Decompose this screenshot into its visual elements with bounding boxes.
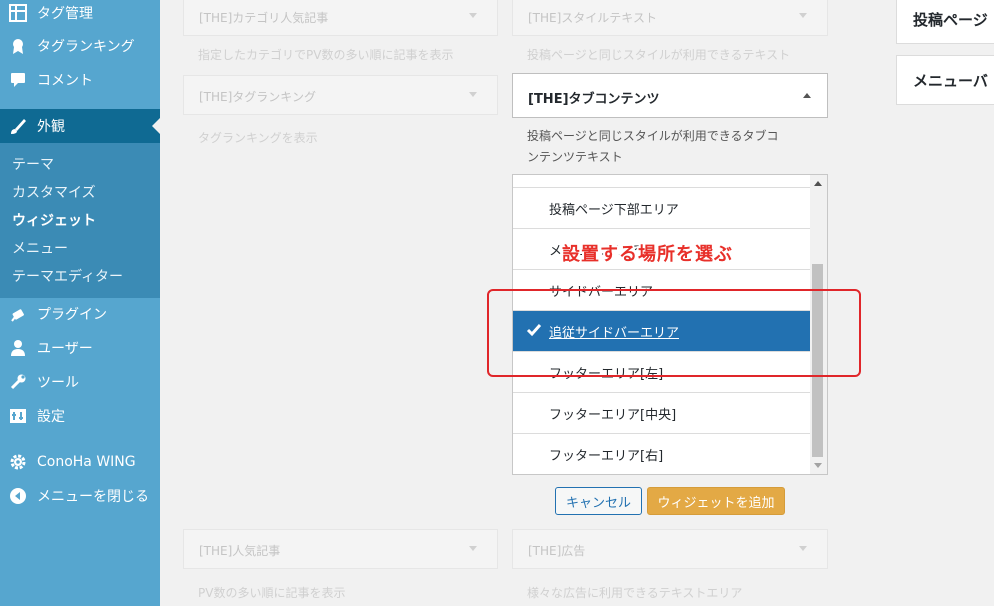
chevron-down-icon[interactable] [469,13,477,18]
brush-icon [9,117,27,135]
area-label: フッターエリア[中央] [549,407,677,423]
scroll-up-icon[interactable] [814,181,822,186]
admin-sidebar: タグ管理 タグランキング コメント 外観 テーマ カスタマイズ ウィジェット メ… [0,0,160,606]
widget-title: [THE]カテゴリ人気記事 [199,11,329,25]
comment-icon [9,71,27,89]
widget-area-title: 投稿ページ [913,10,988,29]
submenu-item-theme-editor[interactable]: テーマエディター [12,266,123,286]
chevron-up-icon[interactable] [803,93,811,98]
menu-item-conoha-wing[interactable]: ConoHa WING [0,445,160,479]
menu-label: プラグイン [37,307,107,323]
menu-label: タグ管理 [37,6,93,22]
area-label: フッターエリア[右] [549,448,664,464]
appearance-submenu: テーマ カスタマイズ ウィジェット メニュー テーマエディター [0,143,160,298]
scroll-down-icon[interactable] [814,463,822,468]
widget-title: [THE]広告 [528,544,586,558]
table-icon [9,4,27,22]
award-icon [9,37,27,55]
area-option[interactable] [513,175,810,188]
widget-title: [THE]タグランキング [199,90,316,104]
area-label: 投稿ページ下部エリア [549,202,679,218]
cancel-button[interactable]: キャンセル [555,487,642,515]
chevron-down-icon[interactable] [799,546,807,551]
submenu-item-themes[interactable]: テーマ [12,154,54,174]
widget-area-title: メニューバ [913,71,988,90]
menu-item-collapse[interactable]: メニューを閉じる [0,479,160,513]
menu-item-tag-management[interactable]: タグ管理 [0,0,160,30]
menu-label: 外観 [37,119,65,135]
settings-icon [9,407,27,425]
menu-item-appearance[interactable]: 外観 [0,109,160,143]
menu-item-tools[interactable]: ツール [0,365,160,399]
gear-icon [9,453,27,471]
menu-label: タグランキング [37,39,135,55]
collapse-icon [9,487,27,505]
menu-item-settings[interactable]: 設定 [0,399,160,433]
widget-tag-ranking[interactable]: [THE]タグランキング [183,75,498,115]
menu-item-comments[interactable]: コメント [0,63,160,97]
area-option[interactable]: フッターエリア[中央] [513,393,810,434]
widget-style-text[interactable]: [THE]スタイルテキスト [512,0,828,36]
widget-title: [THE]スタイルテキスト [528,11,657,25]
chevron-down-icon[interactable] [469,546,477,551]
menu-label: コメント [37,73,93,89]
widget-tab-contents[interactable]: [THE]タブコンテンツ [512,73,828,118]
area-option[interactable]: 投稿ページ下部エリア [513,188,810,229]
widget-description: 様々な広告に利用できるテキストエリア [527,586,743,600]
submenu-item-widgets[interactable]: ウィジェット [12,210,96,230]
area-option[interactable]: フッターエリア[右] [513,434,810,474]
widget-description: 投稿ページと同じスタイルが利用できるテキスト [527,48,791,62]
menu-item-plugins[interactable]: プラグイン [0,297,160,331]
widget-ad[interactable]: [THE]広告 [512,529,828,569]
widget-popular-posts[interactable]: [THE]人気記事 [183,529,498,569]
submenu-item-menus[interactable]: メニュー [12,238,68,258]
widget-title: [THE]人気記事 [199,544,281,558]
wrench-icon [9,373,27,391]
widget-description: 投稿ページと同じスタイルが利用できるタブコンテンツテキスト [527,129,779,164]
add-widget-button[interactable]: ウィジェットを追加 [647,487,785,515]
plugin-icon [9,305,27,323]
widget-area-post-page[interactable]: 投稿ページ [896,0,994,44]
widget-description: タグランキングを表示 [198,131,318,145]
widget-description: 指定したカテゴリでPV数の多い順に記事を表示 [198,48,454,62]
widget-title: [THE]タブコンテンツ [528,92,660,107]
widget-area-menu-bar[interactable]: メニューバ [896,55,994,105]
widget-category-popular[interactable]: [THE]カテゴリ人気記事 [183,0,498,36]
annotation-caption: 設置する場所を選ぶ [562,244,733,265]
annotation-highlight-box [487,289,861,377]
menu-label: メニューを閉じる [37,489,149,505]
menu-item-tag-ranking[interactable]: タグランキング [0,29,160,63]
menu-label: ConoHa WING [37,454,136,470]
chevron-down-icon[interactable] [469,92,477,97]
menu-item-users[interactable]: ユーザー [0,331,160,365]
user-icon [9,339,27,357]
widget-description: PV数の多い順に記事を表示 [198,586,346,600]
submenu-item-customize[interactable]: カスタマイズ [12,182,96,202]
menu-label: 設定 [37,409,65,425]
menu-label: ツール [37,375,79,391]
current-menu-arrow [152,118,160,134]
menu-label: ユーザー [37,341,93,357]
chevron-down-icon[interactable] [799,13,807,18]
